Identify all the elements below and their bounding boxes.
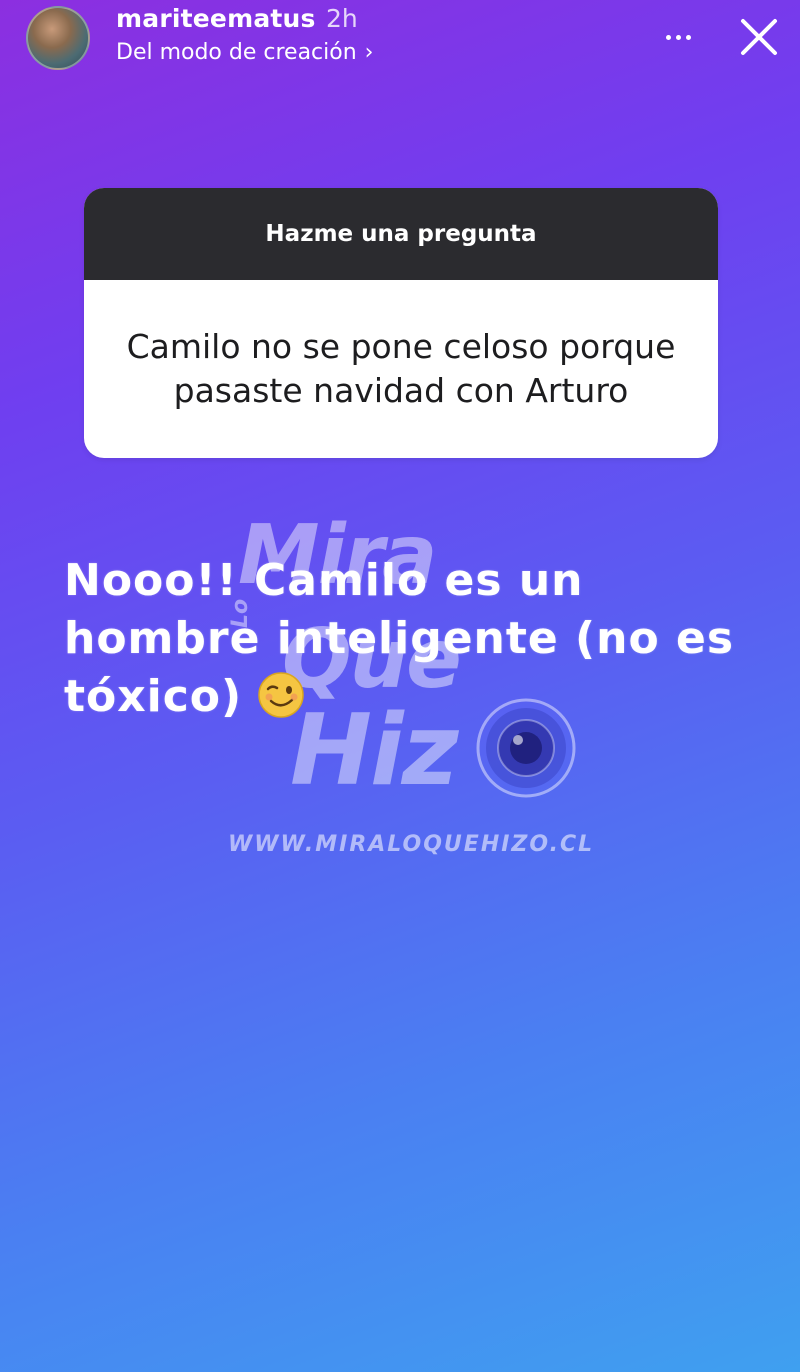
creation-mode-label: Del modo de creación	[116, 40, 357, 65]
winking-face-emoji-icon	[256, 670, 306, 720]
story-caption-line: hombre inteligente (no es	[64, 613, 735, 664]
close-icon[interactable]	[734, 12, 784, 62]
story-caption-line-last: tóxico)	[64, 668, 754, 726]
creation-mode-link[interactable]: Del modo de creación ›	[116, 40, 373, 65]
story-username[interactable]: mariteematus	[116, 4, 316, 33]
more-options-icon[interactable]	[658, 22, 698, 52]
question-sticker-title: Hazme una pregunta	[84, 188, 718, 280]
story-caption-line: tóxico)	[64, 671, 243, 722]
profile-avatar[interactable]	[26, 6, 90, 70]
chevron-right-icon: ›	[364, 40, 374, 65]
question-sticker-text: Camilo no se pone celoso porque pasaste …	[126, 327, 676, 410]
story-timestamp: 2h	[326, 4, 358, 33]
story-caption: Nooo!! Camilo es un hombre inteligente (…	[64, 552, 754, 726]
instagram-story[interactable]: mariteematus 2h Del modo de creación › H…	[0, 0, 800, 1372]
question-sticker[interactable]: Hazme una pregunta Camilo no se pone cel…	[84, 188, 718, 458]
story-caption-line: Nooo!! Camilo es un	[64, 555, 584, 606]
watermark-url: WWW.MIRALOQUEHIZO.CL	[228, 832, 595, 857]
